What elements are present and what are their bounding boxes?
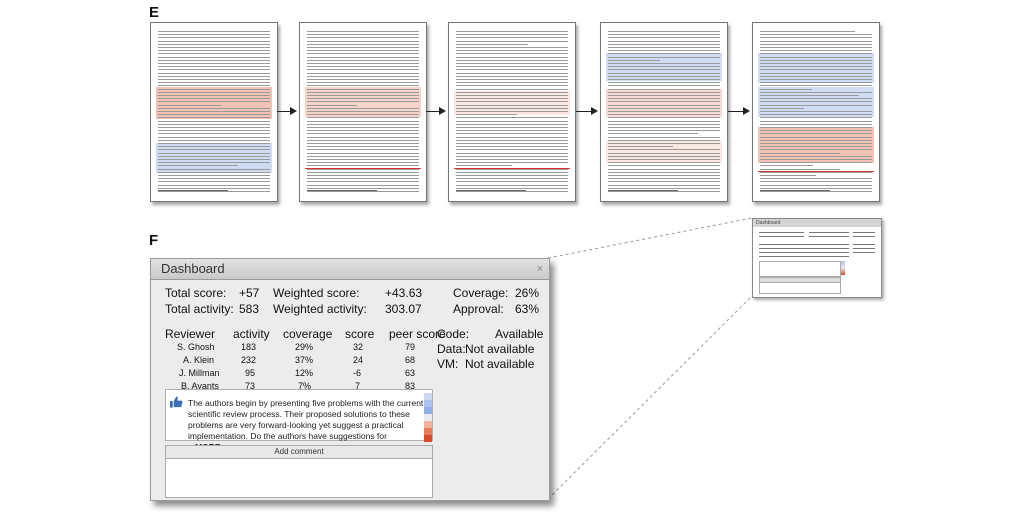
weighted-activity-label: Weighted activity: [273,302,367,316]
weighted-score-label: Weighted score: [273,286,360,300]
heat-cell [424,435,432,442]
coverage-value: 26% [515,286,539,300]
heat-cell [424,421,432,428]
total-activity-label: Total activity: [165,302,234,316]
reviewer-activity: 232 [241,355,256,365]
reviewer-peer-score: 68 [405,355,415,365]
heat-cell [424,400,432,407]
reviewer-activity: 95 [245,368,255,378]
data-value: Not available [465,342,534,356]
column-header-reviewer: Reviewer [165,327,215,341]
comment-box[interactable]: The authors begin by presenting five pro… [165,389,433,441]
heat-cell [424,393,432,400]
reviewer-name: S. Ghosh [177,342,215,352]
vm-label: VM: [437,357,458,371]
column-header-score: score [345,327,374,341]
reviewer-coverage: 29% [295,342,313,352]
reviewer-coverage: 12% [295,368,313,378]
total-activity-value: 583 [239,302,259,316]
heat-cell [424,428,432,435]
comment-heat-scale[interactable] [424,393,432,442]
reviewer-peer-score: 79 [405,342,415,352]
close-icon[interactable]: × [537,263,543,275]
weighted-score-value: +43.63 [385,286,422,300]
vm-value: Not available [465,357,534,371]
comment-line: problems are very forward-looking yet su… [188,420,428,431]
reviewer-name: A. Klein [183,355,214,365]
column-header-coverage: coverage [283,327,332,341]
heat-cell [424,407,432,414]
reviewer-peer-score: 63 [405,368,415,378]
reviewer-activity: 183 [241,342,256,352]
add-comment-button[interactable]: Add comment [165,445,433,459]
approval-value: 63% [515,302,539,316]
zoom-line-bottom [548,296,752,499]
dashboard-title: Dashboard [151,259,549,280]
comment-line: scientific review process. Their propose… [188,409,428,420]
reviewer-coverage: 37% [295,355,313,365]
reviewer-score: 24 [353,355,363,365]
total-score-label: Total score: [165,286,226,300]
approval-label: Approval: [453,302,504,316]
weighted-activity-value: 303.07 [385,302,422,316]
comment-line: The authors begin by presenting five pro… [188,398,428,409]
add-comment-input[interactable] [165,458,433,498]
total-score-value: +57 [239,286,259,300]
column-header-activity: activity [233,327,270,341]
reviewer-score: 32 [353,342,363,352]
code-value: Available [495,327,543,341]
reviewer-score: -6 [353,368,361,378]
code-label: Code: [437,327,469,341]
zoom-line-top [548,218,752,258]
thumbs-up-icon[interactable] [170,396,183,408]
coverage-label: Coverage: [453,286,508,300]
dashboard-window: Dashboard × Total score: +57 Total activ… [150,258,550,501]
heat-cell [424,414,432,421]
data-label: Data: [437,342,466,356]
reviewer-name: J. Millman [179,368,220,378]
